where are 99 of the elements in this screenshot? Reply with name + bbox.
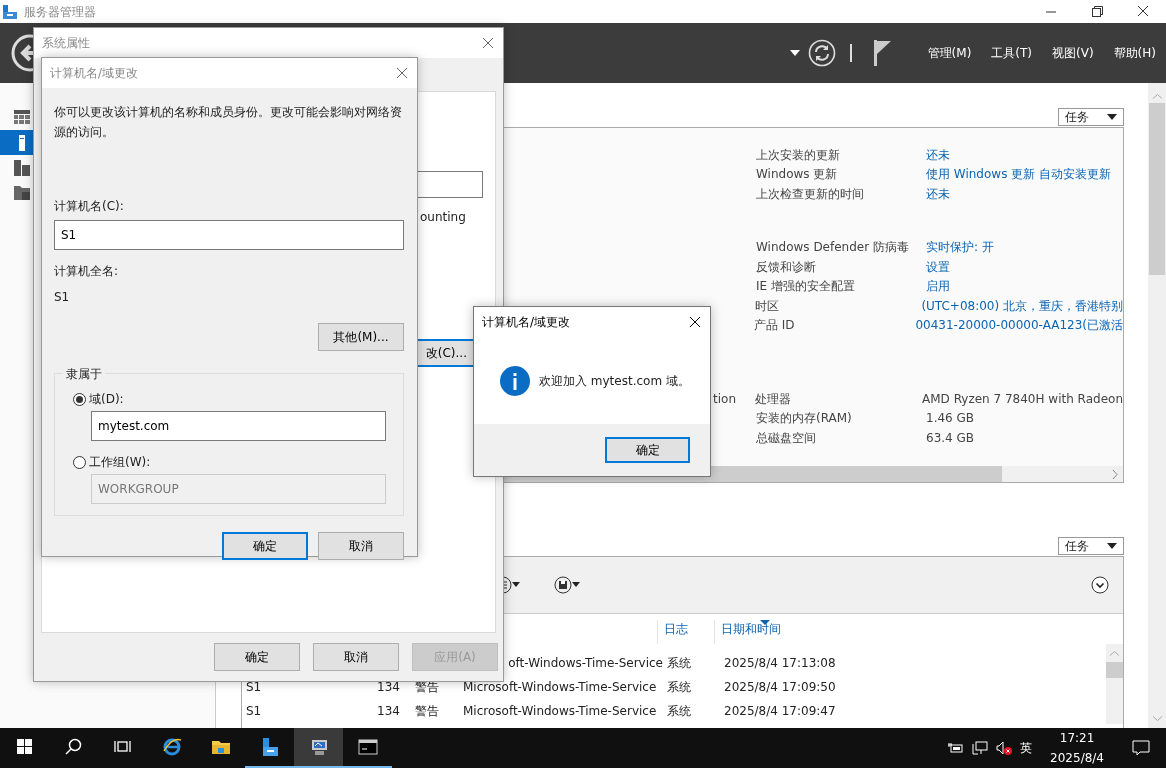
table-cell: 系统 bbox=[667, 680, 691, 694]
property-link[interactable]: 设置 bbox=[926, 257, 950, 276]
radio-button[interactable] bbox=[73, 455, 86, 469]
scrollbar-thumb[interactable] bbox=[1106, 662, 1123, 678]
save-icon[interactable] bbox=[554, 576, 582, 594]
table-cell: S1 bbox=[246, 680, 262, 694]
property-label: 上次安装的更新 bbox=[756, 146, 841, 164]
more-button[interactable]: 其他(M)... bbox=[318, 323, 404, 351]
input-field[interactable]: mytest.com bbox=[91, 411, 386, 441]
table-cell: 134 bbox=[377, 704, 400, 718]
dialog-title: 计算机名/域更改 bbox=[482, 314, 571, 331]
close-icon[interactable] bbox=[689, 316, 701, 328]
terminal-icon bbox=[357, 737, 378, 757]
sort-icon bbox=[760, 620, 770, 625]
flag-icon[interactable] bbox=[873, 40, 892, 66]
radio-label: 工作组(W): bbox=[89, 454, 151, 471]
volume-muted-icon[interactable] bbox=[996, 741, 1013, 755]
property-value: AMD Ryzen 7 7840H with Radeon bbox=[922, 390, 1123, 408]
table-cell: 2025/8/4 17:09:47 bbox=[724, 704, 836, 718]
info-icon bbox=[500, 365, 530, 396]
dialog-title: 系统属性 bbox=[42, 35, 90, 52]
grid-icon bbox=[14, 109, 30, 126]
dialog-button[interactable]: 确定 bbox=[222, 532, 308, 560]
property-label: 反馈和诊断 bbox=[756, 258, 817, 276]
group-label: 隶属于 bbox=[63, 365, 105, 383]
radio-button[interactable] bbox=[73, 392, 86, 406]
sidebar-item[interactable] bbox=[0, 130, 33, 155]
table-cell: oft-Windows-Time-Service bbox=[508, 656, 663, 670]
property-label: 安装的内存(RAM) bbox=[756, 410, 853, 428]
dialog-title: 计算机名/域更改 bbox=[50, 65, 139, 82]
table-cell: 134 bbox=[377, 680, 400, 694]
servers-icon bbox=[14, 159, 30, 176]
ok-button[interactable]: 确定 bbox=[605, 437, 690, 463]
power-icon[interactable] bbox=[948, 741, 965, 755]
separator-icon bbox=[849, 44, 852, 62]
menu-item[interactable]: 帮助(H) bbox=[1113, 44, 1156, 62]
dropdown-icon[interactable] bbox=[789, 50, 800, 56]
full-name-text: S1 bbox=[54, 289, 71, 306]
scroll-right-icon[interactable] bbox=[1112, 469, 1118, 479]
menu-item[interactable]: 管理(M) bbox=[927, 44, 972, 62]
input-field: WORKGROUP bbox=[91, 474, 386, 504]
menu-item[interactable]: 工具(T) bbox=[991, 44, 1033, 62]
clock[interactable]: 17:21 2025/8/4 bbox=[1040, 728, 1114, 768]
property-label: 总磁盘空间 bbox=[756, 429, 817, 447]
caret-icon bbox=[1107, 114, 1117, 120]
folder-icon bbox=[14, 184, 30, 201]
property-link[interactable]: 还未 bbox=[926, 145, 950, 164]
property-label: 上次检查更新的时间 bbox=[756, 185, 865, 203]
window-title: 服务器管理器 bbox=[24, 3, 96, 21]
dialog-button[interactable]: 取消 bbox=[313, 643, 399, 671]
notification-icon[interactable] bbox=[1132, 740, 1150, 756]
refresh-icon[interactable] bbox=[807, 39, 836, 67]
property-label: IE 增强的安全配置 bbox=[756, 278, 856, 296]
table-cell: 2025/8/4 17:09:50 bbox=[724, 680, 836, 694]
table-cell: S1 bbox=[246, 704, 262, 718]
scrollbar-thumb[interactable] bbox=[1149, 103, 1165, 275]
option-label: ounting bbox=[420, 209, 466, 226]
caret-icon bbox=[1107, 543, 1117, 549]
property-label: 处理器 bbox=[755, 390, 793, 408]
property-value: tion bbox=[713, 391, 736, 406]
dialog-button[interactable]: 取消 bbox=[318, 532, 404, 560]
description-text: 你可以更改该计算机的名称和成员身份。更改可能会影响对网络资源的访问。 bbox=[54, 104, 403, 141]
property-value: 1.46 GB bbox=[926, 410, 975, 428]
menu-item[interactable]: 视图(V) bbox=[1052, 44, 1094, 62]
table-cell: Microsoft-Windows-Time-Service bbox=[463, 704, 657, 718]
table-cell: 警告 bbox=[415, 680, 439, 694]
property-link[interactable]: 还未 bbox=[926, 184, 950, 203]
table-cell: 系统 bbox=[667, 704, 691, 718]
property-label: Windows 更新 bbox=[756, 166, 839, 184]
field-label: 计算机全名: bbox=[54, 263, 120, 280]
column-header[interactable]: 日志 bbox=[657, 620, 714, 644]
message-text: 欢迎加入 mytest.com 域。 bbox=[539, 372, 690, 390]
tasks-dropdown[interactable]: 任务 bbox=[1058, 108, 1124, 126]
radio-label: 域(D): bbox=[89, 391, 124, 408]
search-icon bbox=[63, 737, 84, 757]
table-cell: 2025/8/4 17:13:08 bbox=[724, 656, 836, 670]
tasks-dropdown[interactable]: 任务 bbox=[1058, 537, 1124, 555]
network-icon[interactable] bbox=[972, 741, 989, 755]
property-label: Windows Defender 防病毒 bbox=[756, 239, 910, 257]
table-cell: 系统 bbox=[667, 656, 691, 670]
table-cell: Microsoft-Windows-Time-Service bbox=[463, 680, 657, 694]
property-link[interactable]: 启用 bbox=[926, 277, 950, 296]
property-link[interactable]: (UTC+08:00) 北京，重庆，香港特别 bbox=[921, 296, 1123, 315]
expand-icon[interactable] bbox=[1091, 576, 1109, 594]
table-cell: 警告 bbox=[415, 704, 439, 718]
property-label: 时区 bbox=[755, 297, 781, 315]
computer-name-field[interactable]: S1 bbox=[54, 220, 404, 250]
property-value: 63.4 GB bbox=[926, 429, 975, 447]
property-link[interactable]: 实时保护: 开 bbox=[926, 238, 994, 257]
input-method-indicator[interactable]: 英 bbox=[1020, 739, 1033, 757]
windows-logo-icon bbox=[14, 737, 35, 757]
field-label: 计算机名(C): bbox=[54, 198, 125, 215]
property-label: 产品 ID bbox=[753, 317, 796, 335]
property-link[interactable]: 00431-20000-00000-AA123(已激活 bbox=[915, 316, 1123, 335]
taskbar-button[interactable] bbox=[294, 728, 343, 768]
column-header[interactable]: 日期和时间 bbox=[714, 620, 824, 644]
property-link[interactable]: 使用 Windows 更新 自动安装更新 bbox=[926, 165, 1111, 184]
dialog-button[interactable]: 确定 bbox=[214, 643, 300, 671]
browser-icon bbox=[161, 737, 182, 757]
